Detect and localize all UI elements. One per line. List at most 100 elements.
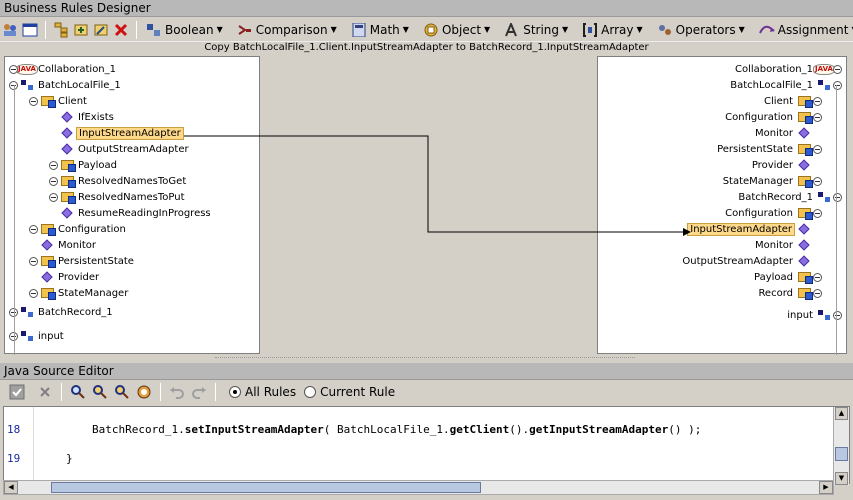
tree-node-label[interactable]: Provider (56, 272, 101, 283)
tree-expander-icon[interactable] (813, 112, 822, 122)
math-menu[interactable]: Math ▼ (347, 20, 413, 40)
tree-node-label[interactable]: BatchRecord_1 (36, 307, 115, 318)
tree-node-label[interactable]: Collaboration_1 (36, 64, 118, 75)
target-tree-node[interactable]: BatchLocalFile_1 (728, 78, 842, 92)
source-tree-node[interactable]: IfExists (49, 110, 116, 124)
tree-node-label[interactable]: Monitor (753, 128, 795, 139)
tree-node-label[interactable]: Client (56, 96, 89, 107)
tree-node-label[interactable]: Payload (76, 160, 119, 171)
tree-node-label[interactable]: InputStreamAdapter (76, 126, 184, 140)
source-tree-node[interactable]: Client (29, 94, 89, 108)
tree-node-label[interactable]: Client (762, 96, 795, 107)
tree-expander-icon[interactable] (833, 64, 842, 74)
tree-node-label[interactable]: Monitor (753, 240, 795, 251)
tree-expander-icon[interactable] (833, 192, 842, 202)
tree-node-label[interactable]: StateManager (721, 176, 795, 187)
target-tree-node[interactable]: Provider (750, 158, 822, 172)
find-previous-icon[interactable] (113, 383, 131, 401)
find-next-icon[interactable] (91, 383, 109, 401)
tree-expander-icon[interactable] (29, 224, 38, 234)
comparison-menu[interactable]: Comparison ▼ (233, 20, 341, 40)
destination-tree-pane[interactable]: Collaboration_1 JAVA BatchLocalFile_1 Clien… (597, 56, 847, 355)
tree-expander-icon[interactable] (9, 64, 18, 74)
tree-expander-icon[interactable] (49, 160, 58, 170)
tree-node-label[interactable]: OutputStreamAdapter (76, 144, 191, 155)
tree-node-label[interactable]: ResolvedNamesToGet (76, 176, 188, 187)
target-tree-node[interactable]: Monitor (753, 238, 822, 252)
tree-node-label[interactable]: Configuration (723, 112, 795, 123)
tree-node-label[interactable]: Collaboration_1 (733, 64, 815, 75)
window-icon[interactable] (22, 21, 38, 39)
close-icon[interactable] (36, 383, 54, 401)
tree-node-label[interactable]: input (36, 331, 66, 342)
tree-expander-icon[interactable] (833, 80, 842, 90)
target-tree-node[interactable]: Payload (752, 270, 822, 284)
tree-node-label[interactable]: PersistentState (715, 144, 795, 155)
source-tree-node[interactable]: PersistentState (29, 254, 136, 268)
tree-node-label[interactable]: IfExists (76, 112, 116, 123)
replace-icon[interactable] (135, 383, 153, 401)
source-tree-node[interactable]: ResolvedNamesToGet (49, 174, 188, 188)
check-icon[interactable] (8, 383, 26, 401)
source-tree-node[interactable]: InputStreamAdapter (49, 126, 184, 140)
target-tree-node[interactable]: Client (762, 94, 822, 108)
target-tree-node[interactable]: OutputStreamAdapter (680, 254, 822, 268)
source-tree-node[interactable]: BatchRecord_1 (9, 305, 115, 319)
source-tree-node[interactable]: StateManager (29, 286, 130, 300)
horizontal-scrollbar[interactable]: ◀ ▶ (3, 480, 834, 495)
source-tree-node[interactable]: ResumeReadingInProgress (49, 206, 213, 220)
code-line[interactable]: } (66, 452, 73, 465)
source-tree-node[interactable]: Monitor (29, 238, 98, 252)
tree-expander-icon[interactable] (813, 144, 822, 154)
scroll-down-icon[interactable]: ▼ (835, 472, 848, 485)
string-menu[interactable]: String ▼ (500, 20, 572, 40)
source-tree-pane[interactable]: JAVA Collaboration_1 BatchLocalFile_1 Clien… (4, 56, 260, 355)
scroll-left-icon[interactable]: ◀ (4, 481, 18, 494)
target-tree-node[interactable]: Monitor (753, 126, 822, 140)
pane-splitter[interactable] (215, 357, 635, 360)
scroll-right-icon[interactable]: ▶ (819, 481, 833, 494)
tree-expander-icon[interactable] (813, 96, 822, 106)
target-tree-node[interactable]: PersistentState (715, 142, 822, 156)
add-rule-icon[interactable] (73, 21, 89, 39)
target-tree-node[interactable]: StateManager (721, 174, 822, 188)
tree-node-label[interactable]: BatchLocalFile_1 (36, 80, 123, 91)
tree-node-label[interactable]: Configuration (723, 208, 795, 219)
target-tree-node[interactable]: Collaboration_1 JAVA (733, 62, 842, 76)
tree-expander-icon[interactable] (49, 192, 58, 202)
tree-expander-icon[interactable] (29, 256, 38, 266)
tree-node-label[interactable]: InputStreamAdapter (687, 222, 795, 236)
target-tree-node[interactable]: input (785, 308, 842, 322)
current-rule-radio[interactable]: Current Rule (304, 385, 395, 399)
target-tree-node[interactable]: BatchRecord_1 (736, 190, 842, 204)
code-line[interactable]: BatchRecord_1.setInputStreamAdapter( Bat… (92, 423, 701, 436)
all-rules-radio[interactable]: All Rules (229, 385, 296, 399)
tree-expander-icon[interactable] (813, 288, 822, 298)
source-tree-node[interactable]: Payload (49, 158, 119, 172)
tree-expander-icon[interactable] (49, 176, 58, 186)
tree-expander-icon[interactable] (813, 176, 822, 186)
tree-node-label[interactable]: input (785, 310, 815, 321)
target-tree-node[interactable]: InputStreamAdapter (687, 222, 822, 236)
users-icon[interactable] (2, 21, 18, 39)
vertical-scrollbar[interactable]: ▲ ▼ (833, 407, 849, 485)
tree-node-label[interactable]: ResolvedNamesToPut (76, 192, 187, 203)
edit-rule-icon[interactable] (93, 21, 109, 39)
source-tree-node[interactable]: Configuration (29, 222, 128, 236)
object-menu[interactable]: Object ▼ (419, 20, 494, 40)
operators-menu[interactable]: Operators ▼ (653, 20, 749, 40)
java-code-editor[interactable]: 18 19 BatchRecord_1.setInputStreamAdapter… (3, 406, 850, 485)
target-tree-node[interactable]: Configuration (723, 110, 822, 124)
tree-node-label[interactable]: BatchRecord_1 (736, 192, 815, 203)
vertical-scroll-thumb[interactable] (835, 447, 848, 461)
delete-icon[interactable] (113, 21, 129, 39)
boolean-menu[interactable]: Boolean ▼ (142, 20, 227, 40)
source-tree-node[interactable]: Provider (29, 270, 101, 284)
target-tree-node[interactable]: Record (756, 286, 822, 300)
undo-icon[interactable] (168, 383, 186, 401)
tree-expander-icon[interactable] (833, 310, 842, 320)
source-tree-node[interactable]: BatchLocalFile_1 (9, 78, 123, 92)
search-icon[interactable] (69, 383, 87, 401)
array-menu[interactable]: Array ▼ (578, 20, 646, 40)
redo-icon[interactable] (190, 383, 208, 401)
